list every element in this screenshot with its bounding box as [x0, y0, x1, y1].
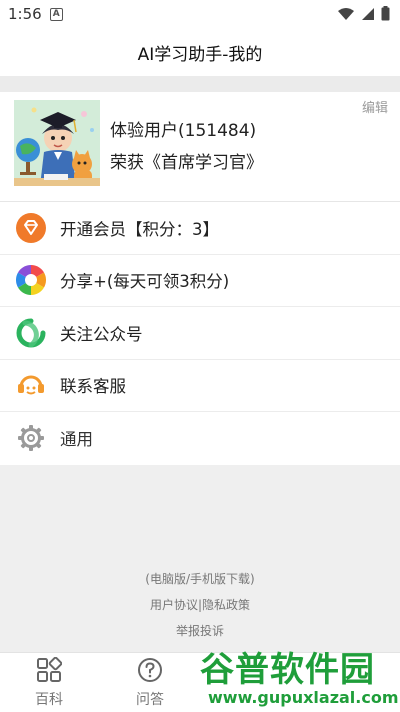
menu-item-follow[interactable]: 关注公众号: [0, 307, 400, 360]
customer-service-icon: [16, 370, 46, 400]
site-watermark: 谷普软件园 www.gupuxlazal.com: [200, 640, 399, 712]
menu-item-label: 分享+(每天可领3积分): [60, 272, 230, 292]
signal-icon: [362, 7, 374, 20]
notification-icon: A: [49, 7, 63, 21]
status-bar: 1:56 A: [0, 0, 400, 28]
title-bar: AI学习助手-我的: [0, 28, 400, 76]
user-honor: 荣获《首席学习官》: [110, 153, 263, 173]
user-name: 体验用户(151484): [110, 121, 257, 141]
menu-item-support[interactable]: 联系客服: [0, 360, 400, 412]
menu-item-label: 关注公众号: [60, 324, 143, 344]
question-icon: [138, 658, 162, 682]
tab-label: 问答: [136, 692, 164, 708]
menu-item-label: 联系客服: [60, 377, 126, 397]
tab-qa[interactable]: 问答: [120, 657, 180, 709]
download-link[interactable]: (电脑版/手机版下载): [0, 566, 400, 592]
status-time: 1:56: [8, 5, 42, 23]
watermark-url: www.gupuxlazal.com: [208, 688, 399, 707]
edit-button[interactable]: 编辑: [362, 97, 388, 116]
page-title: AI学习助手-我的: [137, 44, 263, 65]
footer-links: (电脑版/手机版下载) 用户协议|隐私政策 举报投诉: [0, 566, 400, 644]
menu-item-membership[interactable]: 开通会员【积分：3】: [0, 202, 400, 255]
gem-icon: [16, 212, 46, 243]
avatar[interactable]: [14, 100, 100, 186]
section-divider: [0, 76, 400, 92]
battery-icon: [381, 6, 390, 21]
avatar-image: [14, 100, 100, 186]
gear-icon: [16, 423, 46, 453]
watermark-logo: 谷普软件园: [200, 650, 375, 690]
settings-menu: 开通会员【积分：3】 分享+(每天可领3积分) 关注公众号 联系客服 通用: [0, 202, 400, 465]
aperture-icon: [16, 265, 46, 296]
wechat-official-icon: [16, 318, 46, 348]
agreement-links[interactable]: 用户协议|隐私政策: [0, 592, 400, 618]
wifi-icon: [338, 7, 354, 20]
profile-card: 编辑 体验用户(151484) 荣获《首席学习官》: [0, 92, 400, 202]
menu-item-share[interactable]: 分享+(每天可领3积分): [0, 255, 400, 307]
menu-item-general[interactable]: 通用: [0, 412, 400, 465]
status-icons: [337, 6, 390, 21]
menu-item-label: 通用: [60, 430, 93, 450]
tab-label: 百科: [35, 692, 63, 708]
grid-icon: [37, 656, 63, 682]
menu-item-label: 开通会员【积分：3】: [60, 219, 219, 239]
tab-encyclopedia[interactable]: 百科: [19, 656, 79, 709]
